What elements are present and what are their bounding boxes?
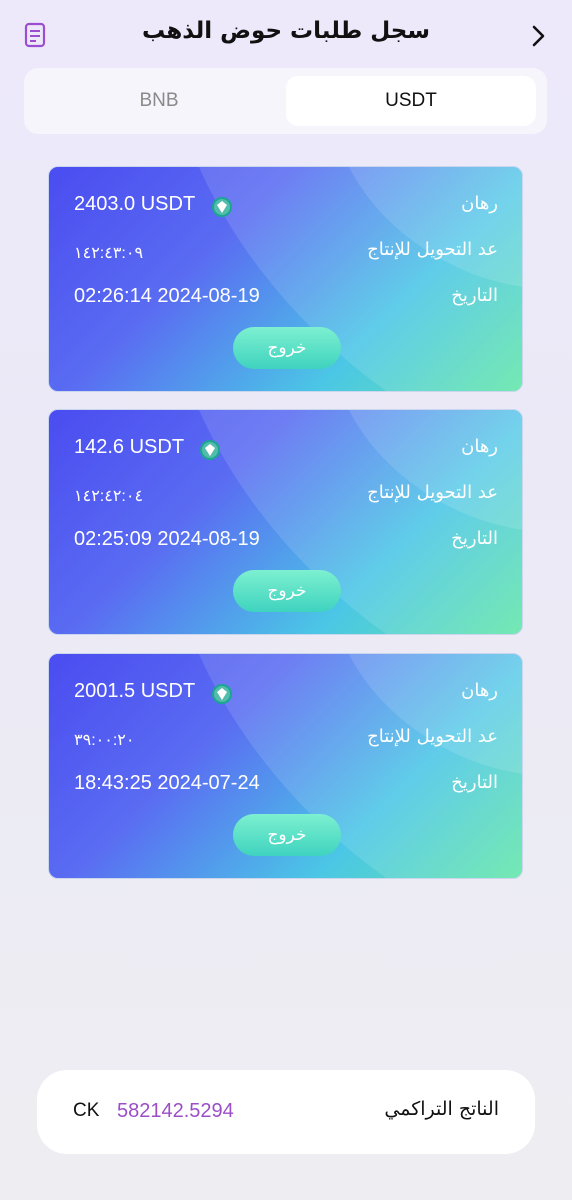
date-label: التاريخ (451, 285, 498, 306)
countdown-label: عد التحويل للإنتاج (367, 482, 498, 503)
order-card: رهان 2403.0 USDT عد التحويل للإنتاج ١٤٢:… (48, 166, 523, 392)
stake-amount: 2001.5 USDT (74, 680, 196, 702)
exit-button[interactable]: خروج (233, 570, 341, 612)
countdown-label: عد التحويل للإنتاج (367, 239, 498, 260)
usdt-icon (212, 197, 232, 217)
currency-tabs: BNB USDT (24, 68, 547, 134)
countdown-row: عد التحويل للإنتاج ١٤٢:٤٢:٠٤ (74, 482, 498, 512)
output-label: الناتج التراكمي (384, 1098, 499, 1120)
output-amount: 582142.5294 (117, 1100, 234, 1122)
date-row: التاريخ 02:25:09 2024-08-19 (74, 528, 498, 558)
date-label: التاريخ (451, 772, 498, 793)
stake-label: رهان (461, 436, 498, 457)
usdt-icon (212, 684, 232, 704)
countdown-label: عد التحويل للإنتاج (367, 726, 498, 747)
chevron-right-icon[interactable] (530, 24, 546, 48)
stake-amount: 2403.0 USDT (74, 193, 196, 215)
date-value: 02:25:09 2024-08-19 (74, 528, 260, 550)
date-value: 02:26:14 2024-08-19 (74, 285, 260, 307)
stake-amount: 142.6 USDT (74, 436, 185, 458)
stake-row: رهان 2403.0 USDT (74, 193, 498, 223)
tab-bnb[interactable]: BNB (34, 76, 284, 126)
date-value: 18:43:25 2024-07-24 (74, 772, 260, 794)
date-label: التاريخ (451, 528, 498, 549)
countdown-value: ١٤٢:٤٣:٠٩ (74, 245, 144, 262)
stake-label: رهان (461, 680, 498, 701)
countdown-value: ٣٩:٠٠:٢٠ (74, 732, 135, 749)
tab-usdt[interactable]: USDT (286, 76, 536, 126)
stake-row: رهان 142.6 USDT (74, 436, 498, 466)
countdown-row: عد التحويل للإنتاج ١٤٢:٤٣:٠٩ (74, 239, 498, 269)
order-card: رهان 142.6 USDT عد التحويل للإنتاج ١٤٢:٤… (48, 409, 523, 635)
output-unit: CK (73, 1100, 100, 1121)
exit-button[interactable]: خروج (233, 814, 341, 856)
countdown-value: ١٤٢:٤٢:٠٤ (74, 488, 144, 505)
stake-row: رهان 2001.5 USDT (74, 680, 498, 710)
header: سجل طلبات حوض الذهب (0, 0, 572, 70)
page-title: سجل طلبات حوض الذهب (142, 18, 430, 44)
date-row: التاريخ 02:26:14 2024-08-19 (74, 285, 498, 315)
stake-label: رهان (461, 193, 498, 214)
order-card: رهان 2001.5 USDT عد التحويل للإنتاج ٣٩:٠… (48, 653, 523, 879)
cumulative-output-panel: CK 582142.5294 الناتج التراكمي (37, 1070, 535, 1154)
date-row: التاريخ 18:43:25 2024-07-24 (74, 772, 498, 802)
usdt-icon (200, 440, 220, 460)
exit-button[interactable]: خروج (233, 327, 341, 369)
countdown-row: عد التحويل للإنتاج ٣٩:٠٠:٢٠ (74, 726, 498, 756)
